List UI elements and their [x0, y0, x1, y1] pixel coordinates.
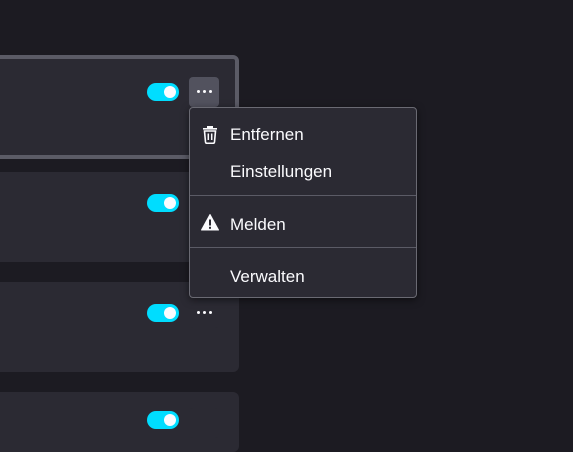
addon-enable-toggle-4[interactable] — [147, 411, 179, 429]
menu-item-report[interactable]: Melden — [190, 207, 416, 241]
menu-item-settings[interactable]: Einstellungen — [190, 154, 416, 188]
more-dot — [197, 311, 200, 314]
addon-enable-toggle-3[interactable] — [147, 304, 179, 322]
menu-item-manage[interactable]: Verwalten — [190, 259, 416, 293]
toggle-knob — [164, 86, 176, 98]
more-options-button-3[interactable] — [189, 298, 219, 328]
more-options-button-4[interactable] — [189, 408, 219, 438]
addon-enable-toggle-2[interactable] — [147, 194, 179, 212]
toggle-knob — [164, 414, 176, 426]
more-dot — [197, 90, 200, 93]
addon-enable-toggle-1[interactable] — [147, 83, 179, 101]
more-dot — [203, 90, 206, 93]
menu-item-label: Melden — [230, 215, 286, 234]
toggle-knob — [164, 307, 176, 319]
more-dot — [203, 311, 206, 314]
menu-item-label: Einstellungen — [230, 162, 333, 181]
context-menu: Entfernen Einstellungen Melden Verwalten — [189, 107, 417, 298]
more-dot — [209, 311, 212, 314]
trash-icon — [203, 126, 217, 144]
menu-item-remove[interactable]: Entfernen — [190, 117, 416, 151]
more-options-button-1[interactable] — [189, 77, 219, 107]
menu-item-label: Entfernen — [230, 125, 304, 144]
warning-icon — [201, 214, 219, 231]
menu-separator — [190, 247, 416, 248]
toggle-knob — [164, 197, 176, 209]
more-dot — [209, 90, 212, 93]
menu-separator — [190, 195, 416, 196]
menu-item-label: Verwalten — [230, 267, 305, 286]
